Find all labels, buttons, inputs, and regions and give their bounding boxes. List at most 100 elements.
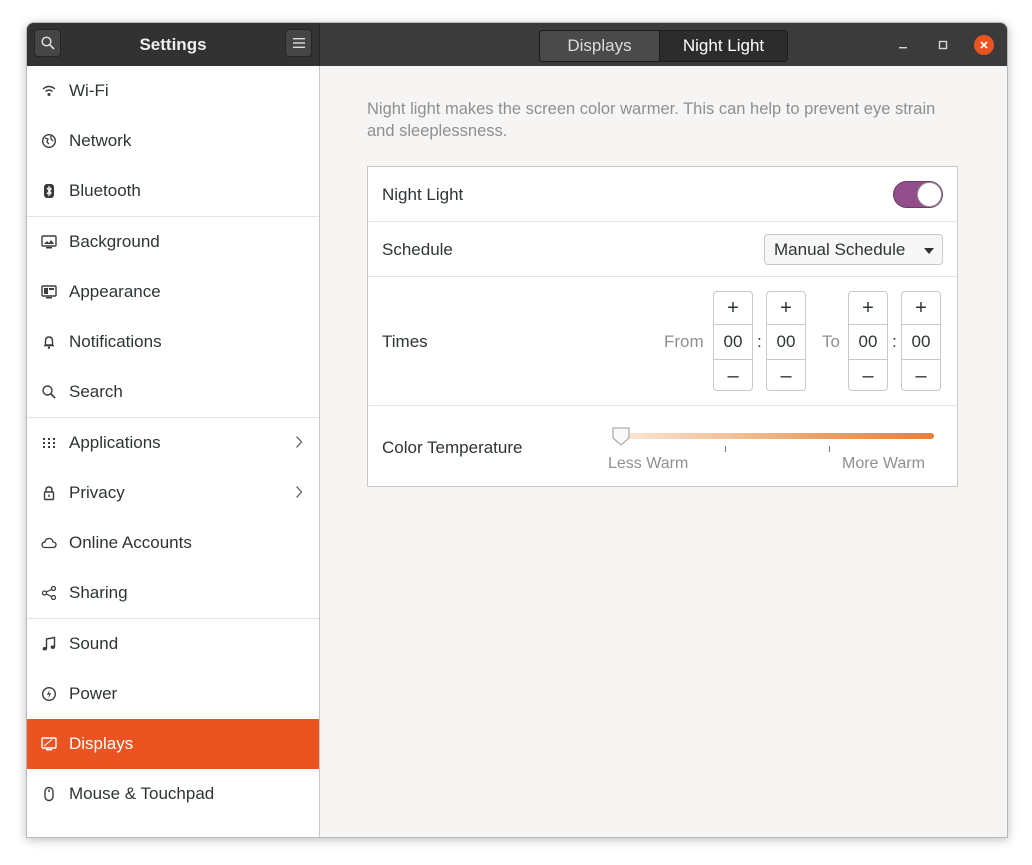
sidebar-item-label: Wi-Fi bbox=[69, 81, 109, 100]
to-minutes-spinner: + 00 – bbox=[901, 291, 941, 391]
time-separator: : bbox=[892, 332, 897, 351]
display-icon bbox=[41, 736, 57, 752]
to-minutes-decrement-button[interactable]: – bbox=[902, 360, 940, 392]
power-icon bbox=[41, 686, 57, 702]
sidebar-item-wifi[interactable]: Wi-Fi bbox=[27, 66, 319, 116]
network-icon bbox=[41, 133, 57, 149]
slider-handle[interactable] bbox=[610, 425, 632, 447]
from-label: From bbox=[664, 332, 704, 351]
night-light-page: Night light makes the screen color warme… bbox=[320, 66, 1007, 837]
schedule-value: Manual Schedule bbox=[774, 239, 906, 259]
sidebar-item-network[interactable]: Network bbox=[27, 116, 319, 166]
close-icon bbox=[980, 41, 988, 49]
sidebar-item-label: Appearance bbox=[69, 282, 161, 301]
hamburger-menu-icon bbox=[292, 38, 305, 48]
sidebar-item-notifications[interactable]: Notifications bbox=[27, 317, 319, 367]
sidebar-header: Settings bbox=[27, 23, 320, 66]
sidebar-item-label: Search bbox=[69, 382, 123, 401]
to-label: To bbox=[822, 332, 840, 351]
schedule-label: Schedule bbox=[382, 240, 453, 259]
sidebar-item-label: Privacy bbox=[69, 483, 125, 502]
tab-night-light[interactable]: Night Light bbox=[660, 31, 787, 61]
view-switcher: Displays Night Light bbox=[539, 30, 788, 62]
toggle-knob bbox=[917, 182, 942, 207]
color-temperature-label: Color Temperature bbox=[382, 438, 523, 457]
sidebar-item-power[interactable]: Power bbox=[27, 669, 319, 719]
appearance-icon bbox=[41, 284, 57, 300]
to-hours-value[interactable]: 00 bbox=[849, 324, 887, 360]
from-hours-increment-button[interactable]: + bbox=[714, 292, 752, 324]
slider-tick-mark bbox=[829, 446, 830, 452]
from-hours-value[interactable]: 00 bbox=[714, 324, 752, 360]
sidebar-item-search[interactable]: Search bbox=[27, 367, 319, 417]
menu-button[interactable] bbox=[285, 29, 312, 57]
from-minutes-value[interactable]: 00 bbox=[767, 324, 805, 360]
color-temperature-slider[interactable] bbox=[622, 433, 934, 439]
sidebar-item-label: Power bbox=[69, 684, 118, 703]
to-hours-spinner: + 00 – bbox=[848, 291, 888, 391]
sidebar-item-privacy[interactable]: Privacy bbox=[27, 468, 319, 518]
settings-window: Settings Displays Night Light Wi-Fi Netw… bbox=[26, 22, 1008, 838]
sidebar-item-label: Notifications bbox=[69, 332, 162, 351]
sidebar-item-sound[interactable]: Sound bbox=[27, 619, 319, 669]
sidebar-item-background[interactable]: Background bbox=[27, 217, 319, 267]
sidebar-item-displays[interactable]: Displays bbox=[27, 719, 319, 769]
sidebar-item-label: Displays bbox=[69, 734, 134, 753]
sidebar-item-label: Sharing bbox=[69, 583, 128, 602]
from-hours-decrement-button[interactable]: – bbox=[714, 360, 752, 392]
sidebar-item-label: Mouse & Touchpad bbox=[69, 784, 215, 803]
color-temperature-row: Color Temperature Less Warm More Warm bbox=[368, 406, 957, 486]
lock-icon bbox=[41, 485, 57, 501]
night-light-toggle[interactable] bbox=[893, 181, 943, 208]
sidebar-item-label: Bluetooth bbox=[69, 181, 141, 200]
sidebar-item-label: Sound bbox=[69, 634, 119, 653]
night-light-description: Night light makes the screen color warme… bbox=[367, 100, 936, 140]
close-button[interactable] bbox=[974, 35, 994, 55]
to-minutes-increment-button[interactable]: + bbox=[902, 292, 940, 324]
sidebar-item-label: Applications bbox=[69, 433, 161, 452]
schedule-dropdown[interactable]: Manual Schedule bbox=[764, 234, 943, 265]
bell-icon bbox=[41, 334, 57, 350]
sidebar-item-label: Background bbox=[69, 232, 160, 251]
to-minutes-value[interactable]: 00 bbox=[902, 324, 940, 360]
from-minutes-increment-button[interactable]: + bbox=[767, 292, 805, 324]
tab-displays[interactable]: Displays bbox=[540, 31, 660, 61]
less-warm-label: Less Warm bbox=[608, 455, 689, 472]
to-hours-decrement-button[interactable]: – bbox=[849, 360, 887, 392]
schedule-row: Schedule Manual Schedule bbox=[368, 222, 957, 277]
from-hours-spinner: + 00 – bbox=[713, 291, 753, 391]
minimize-icon bbox=[899, 47, 907, 49]
chevron-right-icon bbox=[295, 435, 303, 454]
sidebar-item-label: Network bbox=[69, 131, 132, 150]
sidebar-item-bluetooth[interactable]: Bluetooth bbox=[27, 166, 319, 216]
from-minutes-decrement-button[interactable]: – bbox=[767, 360, 805, 392]
share-icon bbox=[41, 585, 57, 601]
sidebar-item-applications[interactable]: Applications bbox=[27, 418, 319, 468]
to-hours-increment-button[interactable]: + bbox=[849, 292, 887, 324]
header-bar: Settings Displays Night Light bbox=[27, 23, 1007, 66]
caret-down-icon bbox=[924, 248, 934, 254]
maximize-icon bbox=[938, 40, 948, 50]
sidebar: Wi-Fi Network Bluetooth Background Appea… bbox=[27, 66, 320, 837]
night-light-settings-panel: Night Light Schedule Manual Schedule Tim… bbox=[367, 166, 958, 487]
sidebar-item-label: Online Accounts bbox=[69, 533, 192, 552]
more-warm-label: More Warm bbox=[842, 455, 925, 472]
sidebar-item-mouse-touchpad[interactable]: Mouse & Touchpad bbox=[27, 769, 319, 819]
sidebar-item-online-accounts[interactable]: Online Accounts bbox=[27, 518, 319, 568]
time-separator: : bbox=[757, 332, 762, 351]
slider-tick-mark bbox=[725, 446, 726, 452]
music-note-icon bbox=[41, 636, 57, 652]
sidebar-item-appearance[interactable]: Appearance bbox=[27, 267, 319, 317]
from-minutes-spinner: + 00 – bbox=[766, 291, 806, 391]
background-icon bbox=[41, 234, 57, 250]
search-icon bbox=[41, 384, 57, 400]
night-light-label: Night Light bbox=[382, 185, 464, 204]
app-title: Settings bbox=[139, 35, 207, 54]
maximize-button[interactable] bbox=[933, 35, 953, 55]
night-light-row: Night Light bbox=[368, 167, 957, 222]
apps-grid-icon bbox=[41, 435, 57, 451]
bluetooth-icon bbox=[41, 183, 57, 199]
times-label: Times bbox=[382, 332, 428, 351]
sidebar-item-sharing[interactable]: Sharing bbox=[27, 568, 319, 618]
minimize-button[interactable] bbox=[893, 35, 913, 55]
